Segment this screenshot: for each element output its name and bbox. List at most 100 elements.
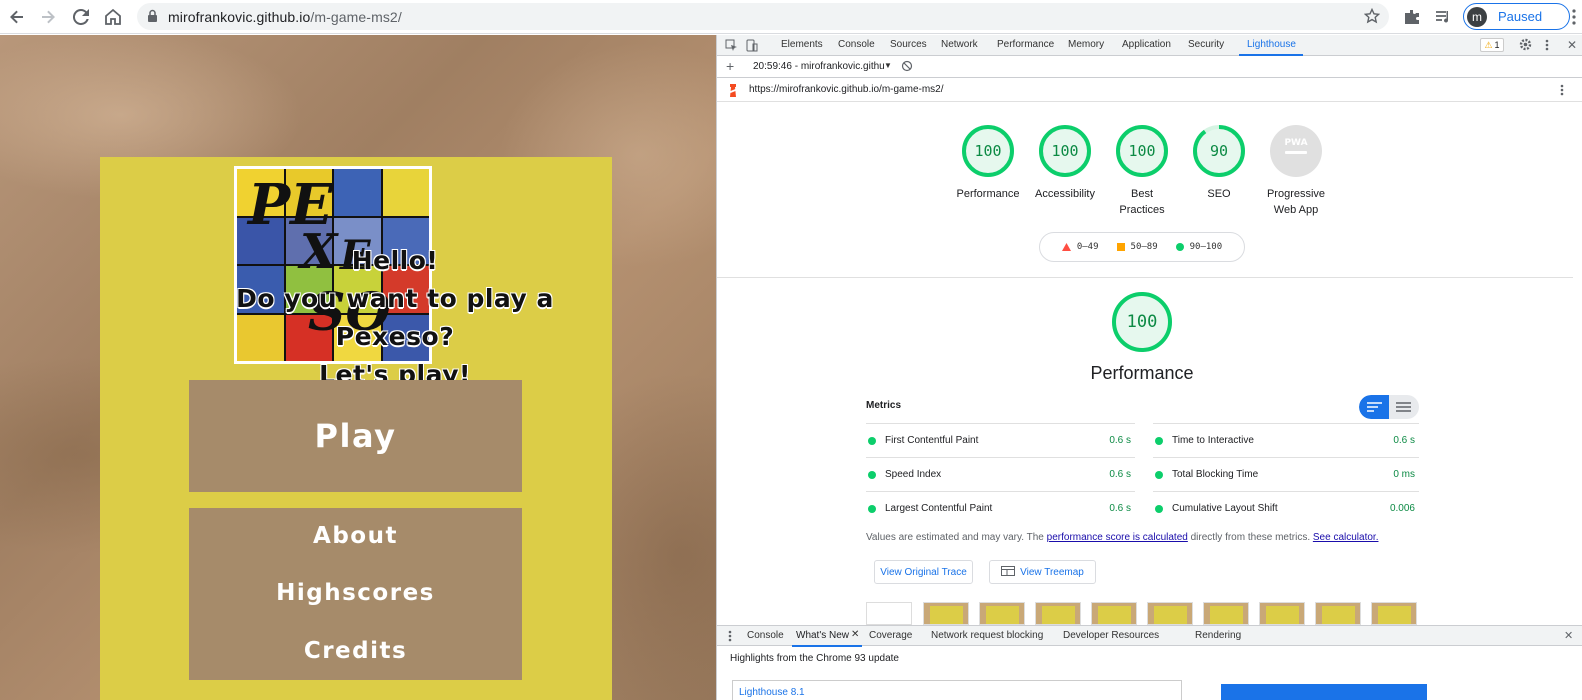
gear-icon[interactable] xyxy=(1519,38,1532,54)
report-selector[interactable]: 20:59:46 - mirofrankovic.githu xyxy=(753,61,885,72)
menu-box: About Highscores Credits xyxy=(189,508,522,680)
about-button[interactable]: About xyxy=(189,523,522,549)
whats-new-card[interactable]: Lighthouse 8.1 xyxy=(732,680,1182,700)
devtools-panel: Elements Console Sources Network Perform… xyxy=(716,35,1582,700)
tab-elements[interactable]: Elements xyxy=(781,39,823,50)
highscores-button[interactable]: Highscores xyxy=(189,580,522,606)
tab-application[interactable]: Application xyxy=(1122,39,1171,50)
reload-icon[interactable] xyxy=(70,6,92,28)
metric-value: 0.6 s xyxy=(1393,435,1415,446)
device-toggle-icon[interactable] xyxy=(745,39,758,55)
gauge-score: 100 xyxy=(1051,142,1079,160)
kebab-menu-icon[interactable] xyxy=(1572,9,1576,30)
gauge-pwa[interactable]: PWA xyxy=(1269,124,1323,178)
media-queue-icon[interactable] xyxy=(1433,6,1455,28)
gauge-best-practices[interactable]: 100 xyxy=(1115,124,1169,178)
score-calculated-link[interactable]: performance score is calculated xyxy=(1047,532,1188,543)
metric-fcp: First Contentful Paint 0.6 s xyxy=(866,423,1135,457)
metric-value: 0.6 s xyxy=(1109,435,1131,446)
profile-button[interactable]: m Paused xyxy=(1463,3,1570,30)
credits-button[interactable]: Credits xyxy=(189,638,522,664)
note-text: directly from these metrics. xyxy=(1187,532,1313,543)
gauge-score: PWA xyxy=(1284,138,1308,148)
metric-name: First Contentful Paint xyxy=(885,435,979,446)
lighthouse-report: 100 Performance 100 Accessibility 100 Best Pra… xyxy=(717,102,1573,625)
legend-average-label: 50–89 xyxy=(1130,242,1158,252)
drawer-active-indicator xyxy=(792,645,862,647)
gauge-performance[interactable]: 100 xyxy=(961,124,1015,178)
extensions-puzzle-icon[interactable] xyxy=(1401,6,1423,28)
drawer-tab-network-blocking[interactable]: Network request blocking xyxy=(931,630,1043,641)
new-report-plus-icon[interactable]: + xyxy=(726,58,734,74)
metric-cls: Cumulative Layout Shift 0.006 xyxy=(1153,491,1419,525)
legend-fail-label: 0–49 xyxy=(1076,242,1099,252)
tab-security[interactable]: Security xyxy=(1188,39,1224,50)
note-text: Values are estimated and may vary. The xyxy=(866,532,1047,543)
performance-score: 100 xyxy=(1126,312,1158,332)
drawer-tab-whats-new[interactable]: What's New xyxy=(796,630,849,641)
warning-badge[interactable]: ⚠ 1 xyxy=(1480,38,1504,52)
gauge-label-pwa: Progressive Web App xyxy=(1266,188,1326,216)
browser-toolbar: mirofrankovic.github.io/m-game-ms2/ m Pa… xyxy=(0,0,1582,34)
metric-name: Largest Contentful Paint xyxy=(885,503,993,514)
metric-tti: Time to Interactive 0.6 s xyxy=(1153,423,1419,457)
filmstrip-frame xyxy=(866,602,912,625)
legend-pass: 90–100 xyxy=(1175,242,1223,252)
metric-value: 0 ms xyxy=(1393,469,1415,480)
view-original-trace-button[interactable]: View Original Trace xyxy=(874,560,973,584)
drawer-tab-rendering[interactable]: Rendering xyxy=(1195,630,1241,641)
expanded-view-icon[interactable] xyxy=(1396,402,1411,415)
gauge-seo[interactable]: 90 xyxy=(1192,124,1246,178)
pass-dot-icon xyxy=(868,437,876,445)
section-divider xyxy=(717,277,1573,278)
metric-value: 0.6 s xyxy=(1109,469,1131,480)
treemap-icon xyxy=(1001,565,1016,579)
legend-pass-label: 90–100 xyxy=(1189,242,1223,252)
drawer-tab-console[interactable]: Console xyxy=(747,630,784,641)
greeting-line: Hello! xyxy=(351,246,439,275)
pass-dot-icon xyxy=(868,471,876,479)
report-menu-icon[interactable] xyxy=(1560,84,1564,99)
url-path: /m-game-ms2/ xyxy=(310,9,402,25)
tab-network[interactable]: Network xyxy=(941,39,978,50)
drawer-menu-icon[interactable] xyxy=(728,630,732,645)
tab-memory[interactable]: Memory xyxy=(1068,39,1104,50)
metric-name: Time to Interactive xyxy=(1172,435,1254,446)
forward-arrow-icon[interactable] xyxy=(37,6,59,28)
profile-status: Paused xyxy=(1498,9,1543,24)
filmstrip-frame xyxy=(979,602,1025,625)
clear-reports-icon[interactable] xyxy=(901,60,913,75)
view-treemap-label: View Treemap xyxy=(1020,566,1084,578)
tab-console[interactable]: Console xyxy=(838,39,875,50)
report-url[interactable]: https://mirofrankovic.github.io/m-game-m… xyxy=(749,84,944,95)
greeting-line: Pexeso? xyxy=(335,322,455,351)
filmstrip-frame xyxy=(1035,602,1081,625)
view-treemap-button[interactable]: View Treemap xyxy=(989,560,1096,584)
greeting-text: Hello! Do you want to play a Pexeso? Let… xyxy=(200,242,590,394)
close-drawer-icon[interactable]: ✕ xyxy=(1564,629,1573,642)
metrics-view-toggle[interactable] xyxy=(1359,395,1419,419)
tab-lighthouse[interactable]: Lighthouse xyxy=(1247,39,1296,50)
performance-score-gauge[interactable]: 100 xyxy=(1111,291,1173,353)
pass-dot-icon xyxy=(1155,471,1163,479)
inspect-element-icon[interactable] xyxy=(725,39,738,55)
close-icon[interactable]: ✕ xyxy=(1567,38,1577,52)
filmstrip-frame xyxy=(1091,602,1137,625)
close-tab-icon[interactable]: ✕ xyxy=(851,629,859,640)
gauge-accessibility[interactable]: 100 xyxy=(1038,124,1092,178)
drawer-tab-bar: Console What's New ✕ Coverage Network re… xyxy=(717,625,1582,647)
address-bar[interactable]: mirofrankovic.github.io/m-game-ms2/ xyxy=(137,3,1389,30)
back-arrow-icon[interactable] xyxy=(6,6,28,28)
tab-performance[interactable]: Performance xyxy=(997,39,1054,50)
lock-icon[interactable] xyxy=(147,9,158,28)
tab-sources[interactable]: Sources xyxy=(890,39,927,50)
compact-view-icon[interactable] xyxy=(1367,402,1382,415)
see-calculator-link[interactable]: See calculator. xyxy=(1313,532,1379,543)
devtools-menu-icon[interactable] xyxy=(1545,39,1549,54)
dropdown-arrow-icon[interactable]: ▼ xyxy=(884,61,892,70)
home-icon[interactable] xyxy=(102,6,124,28)
drawer-tab-developer-resources[interactable]: Developer Resources xyxy=(1063,630,1159,641)
play-button[interactable]: Play xyxy=(189,380,522,492)
bookmark-star-icon[interactable] xyxy=(1363,7,1381,29)
drawer-tab-coverage[interactable]: Coverage xyxy=(869,630,912,641)
